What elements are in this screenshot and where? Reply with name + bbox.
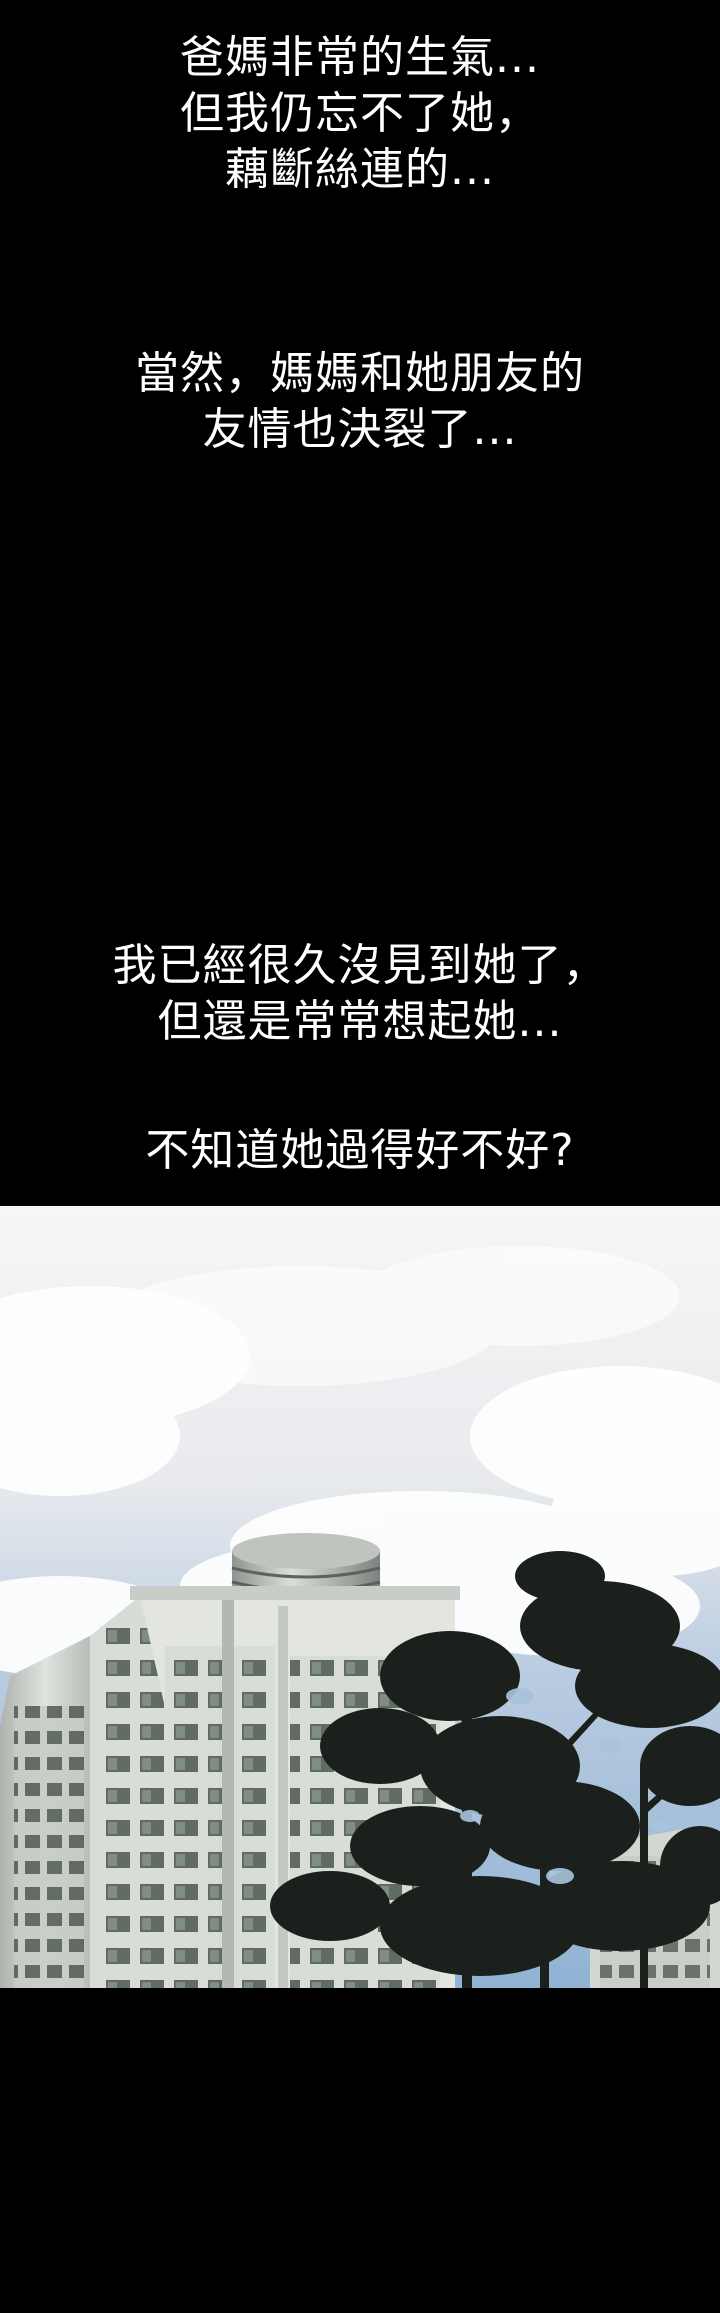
caption-line: 但我仍忘不了她，	[180, 88, 540, 139]
caption-line: 藕斷絲連的...	[225, 144, 495, 195]
caption-block-1: 爸媽非常的生氣... 但我仍忘不了她， 藕斷絲連的...	[0, 30, 720, 198]
comic-page: 爸媽非常的生氣... 但我仍忘不了她， 藕斷絲連的... 當然，媽媽和她朋友的 …	[0, 0, 720, 2313]
caption-block-3: 我已經很久沒見到她了， 但還是常常想起她...	[0, 938, 720, 1050]
caption-line: 爸媽非常的生氣...	[180, 32, 540, 83]
apartment-scene-panel	[0, 1206, 720, 1998]
caption-block-2: 當然，媽媽和她朋友的 友情也決裂了...	[0, 346, 720, 458]
caption-line: 我已經很久沒見到她了，	[112, 940, 608, 991]
caption-line: 不知道她過得好不好?	[145, 1125, 575, 1176]
caption-line: 當然，媽媽和她朋友的	[135, 348, 585, 399]
caption-line: 但還是常常想起她...	[157, 996, 563, 1047]
caption-line: 友情也決裂了...	[202, 404, 518, 455]
caption-block-4: 不知道她過得好不好?	[0, 1123, 720, 1179]
apartment-illustration	[0, 1206, 720, 1998]
